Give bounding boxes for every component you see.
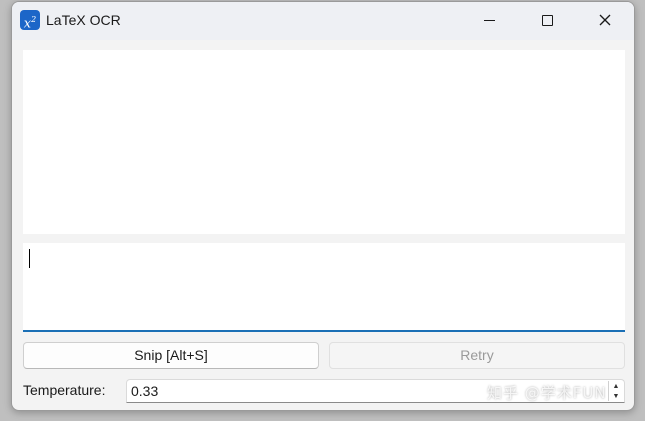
- retry-button[interactable]: Retry: [329, 342, 625, 369]
- minimize-icon: [483, 19, 495, 21]
- spin-down-icon[interactable]: ▼: [609, 391, 623, 401]
- window-title: LaTeX OCR: [46, 12, 121, 28]
- minimize-button[interactable]: [466, 2, 512, 38]
- text-cursor: [29, 249, 30, 268]
- temperature-label: Temperature:: [23, 382, 106, 398]
- formula-preview-area: [23, 50, 625, 234]
- maximize-button[interactable]: [524, 2, 570, 38]
- title-bar[interactable]: x2 LaTeX OCR: [12, 2, 634, 40]
- spin-up-icon[interactable]: ▲: [609, 381, 623, 391]
- close-button[interactable]: [582, 2, 628, 38]
- x-squared-icon: x2: [20, 10, 40, 31]
- watermark-text: 知乎 @学术FUN: [487, 384, 607, 402]
- latex-output-field[interactable]: [23, 243, 625, 332]
- maximize-icon: [541, 14, 553, 26]
- close-icon: [599, 14, 611, 26]
- app-icon-superscript: 2: [31, 15, 37, 24]
- spin-arrows: ▲ ▼: [608, 381, 623, 401]
- temperature-value[interactable]: 0.33: [131, 383, 158, 399]
- latex-ocr-window: x2 LaTeX OCR Snip [Alt+S] Retry Temperat…: [11, 1, 635, 411]
- snip-button[interactable]: Snip [Alt+S]: [23, 342, 319, 369]
